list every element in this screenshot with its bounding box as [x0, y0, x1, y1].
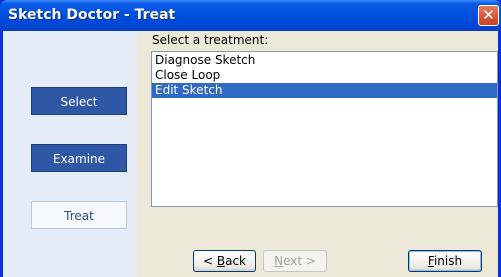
- close-button[interactable]: ✕: [478, 5, 499, 26]
- next-button[interactable]: Next >: [263, 250, 327, 272]
- list-item-label: Edit Sketch: [155, 83, 223, 97]
- dialog-body: Select Examine Treat Select a treatment:…: [3, 31, 498, 277]
- list-item-label: Close Loop: [155, 68, 221, 82]
- sidebar-item-label: Select: [60, 95, 98, 109]
- step-sidebar: Select Examine Treat: [3, 31, 137, 277]
- sidebar-item-treat[interactable]: Treat: [31, 201, 127, 229]
- window-title: Sketch Doctor - Treat: [8, 7, 176, 23]
- close-icon: ✕: [482, 6, 495, 24]
- list-item[interactable]: Close Loop: [152, 68, 497, 83]
- title-bar[interactable]: Sketch Doctor - Treat ✕: [0, 0, 501, 31]
- finish-button-rest: inish: [433, 254, 463, 268]
- back-button-rest: ack: [225, 254, 246, 268]
- treatment-list[interactable]: Diagnose Sketch Close Loop Edit Sketch: [151, 51, 498, 207]
- back-button-mnemonic: B: [216, 254, 226, 268]
- list-item[interactable]: Diagnose Sketch: [152, 53, 497, 68]
- next-button-rest: ext >: [283, 254, 316, 268]
- sidebar-item-label: Treat: [64, 209, 94, 223]
- sidebar-item-examine[interactable]: Examine: [31, 144, 127, 172]
- dialog-window: Sketch Doctor - Treat ✕ Select Examine T…: [0, 0, 501, 277]
- list-item-selected[interactable]: Edit Sketch: [152, 83, 497, 98]
- back-button[interactable]: < Back: [193, 250, 256, 272]
- list-item-label: Diagnose Sketch: [155, 53, 256, 67]
- sidebar-item-select[interactable]: Select: [31, 87, 127, 115]
- treatment-prompt: Select a treatment:: [152, 33, 269, 47]
- sidebar-item-label: Examine: [52, 152, 106, 166]
- next-button-mnemonic: N: [274, 254, 284, 268]
- back-button-prefix: <: [202, 254, 217, 268]
- finish-button[interactable]: Finish: [408, 250, 482, 272]
